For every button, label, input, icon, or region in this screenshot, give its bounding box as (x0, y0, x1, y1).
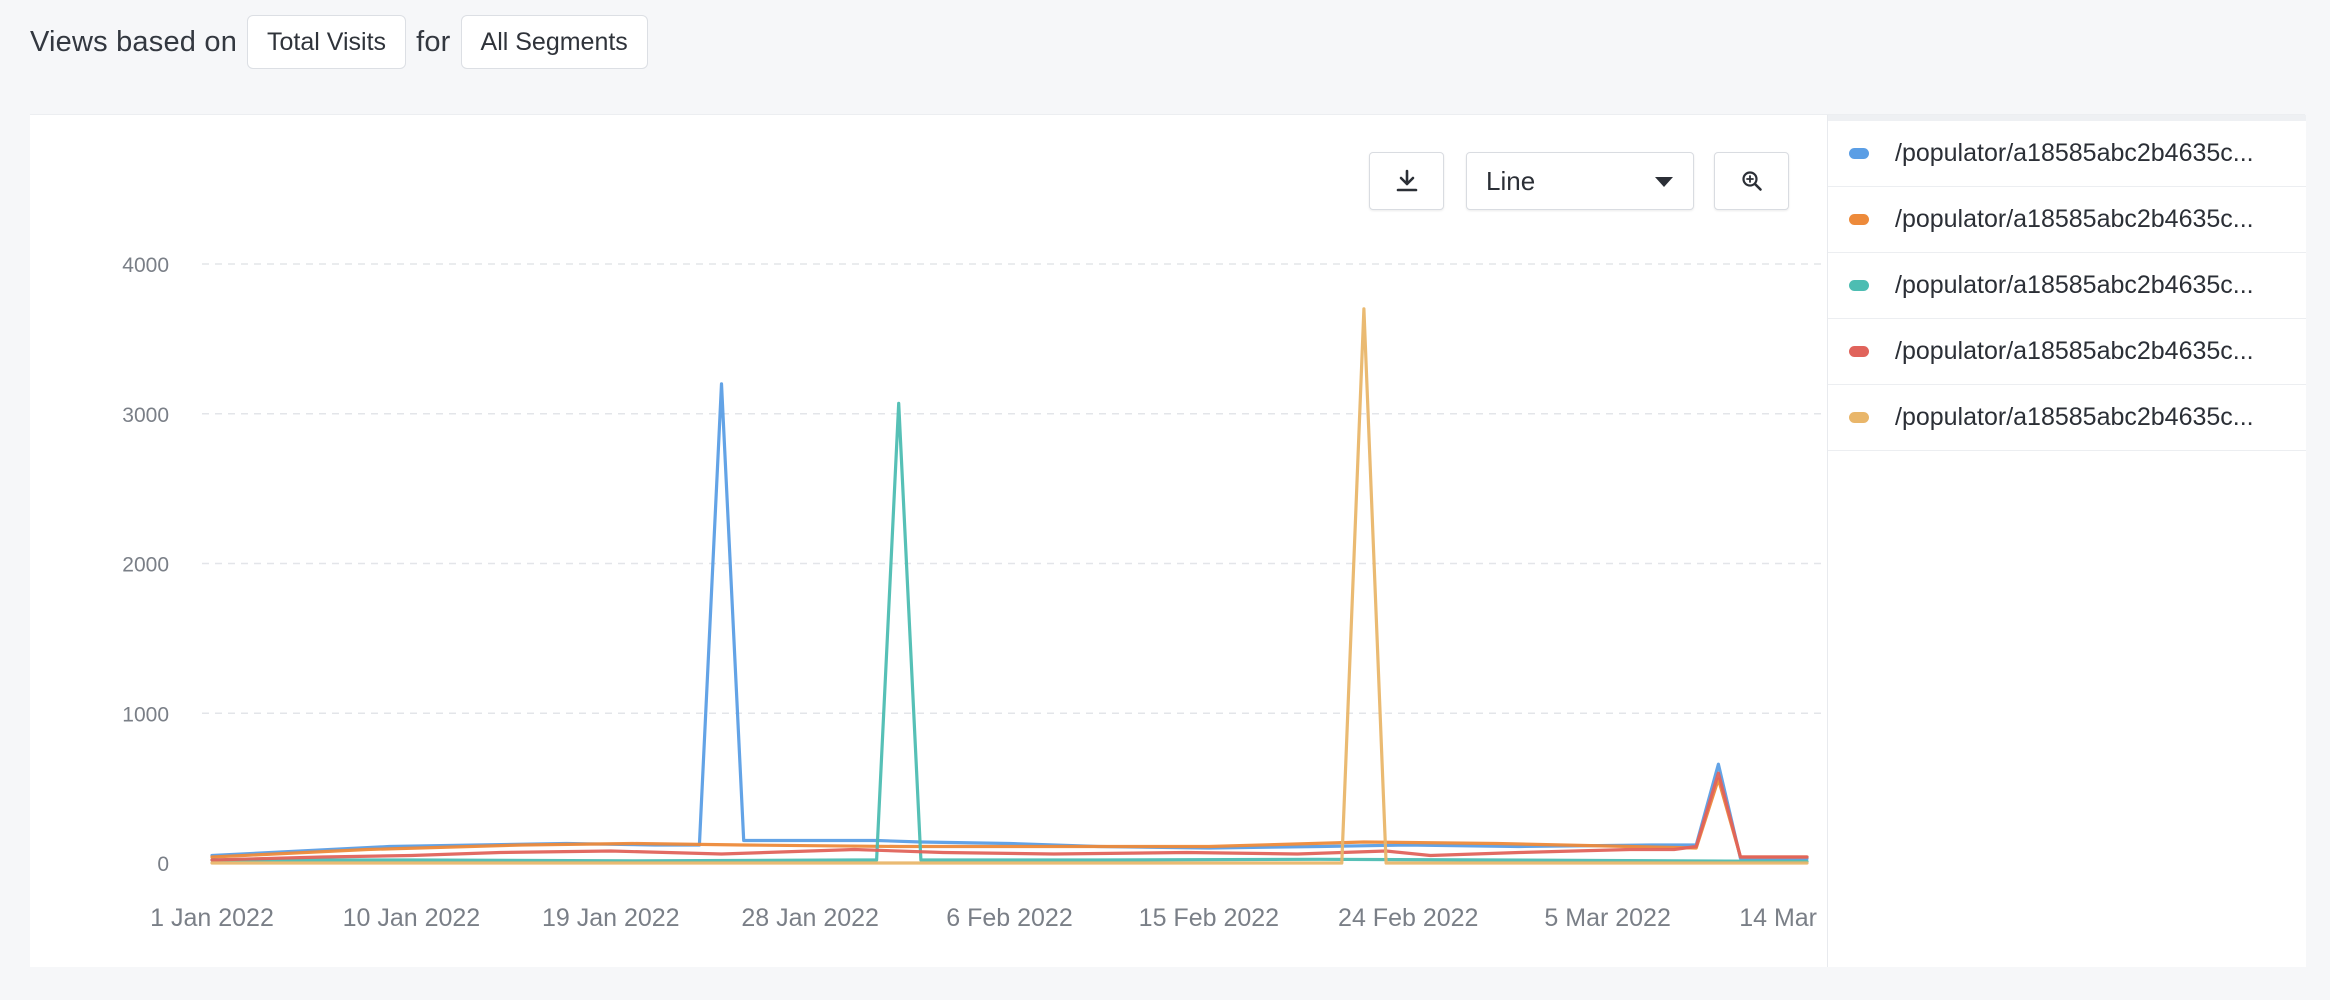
series-line-3 (210, 401, 1809, 864)
metric-selector[interactable]: Total Visits (247, 15, 407, 69)
x-tick-label: 28 Jan 2022 (741, 904, 879, 932)
segment-selector[interactable]: All Segments (460, 15, 648, 69)
y-tick-label: 2000 (122, 554, 169, 577)
series-color-swatch (1849, 346, 1869, 357)
chart-legend: /populator/a18585abc2b4635c... /populato… (1827, 115, 2306, 967)
series-color-swatch (1849, 280, 1869, 291)
series-line-1 (210, 382, 1809, 861)
legend-label: /populator/a18585abc2b4635c... (1895, 139, 2254, 167)
x-tick-label: 19 Jan 2022 (542, 904, 680, 932)
line-chart: 0 1000 2000 3000 4000 1 Jan 2022 10 Jan 2022 19… (122, 254, 1826, 932)
legend-label: /populator/a18585abc2b4635c... (1895, 403, 2254, 431)
y-tick-label: 1000 (122, 703, 169, 726)
x-tick-label: 10 Jan 2022 (343, 904, 481, 932)
download-icon (1396, 169, 1417, 192)
chart-type-value: Line (1486, 165, 1536, 196)
legend-label: /populator/a18585abc2b4635c... (1895, 205, 2254, 233)
y-tick-label: 3000 (122, 404, 169, 427)
zoom-in-icon (1741, 171, 1762, 191)
zoom-button[interactable] (1714, 152, 1789, 210)
for-label: for (416, 25, 451, 58)
x-tick-label: 5 Mar 2022 (1544, 904, 1670, 932)
chart-type-select[interactable]: Line (1466, 152, 1694, 210)
legend-label: /populator/a18585abc2b4635c... (1895, 271, 2254, 299)
x-tick-label: 1 Jan 2022 (150, 904, 274, 932)
chart-panel: 0 1000 2000 3000 4000 1 Jan 2022 10 Jan 2022 19… (30, 114, 2306, 967)
download-button[interactable] (1369, 152, 1444, 210)
views-based-on-label: Views based on (30, 25, 238, 58)
series-line-5 (210, 307, 1809, 865)
legend-item[interactable]: /populator/a18585abc2b4635c... (1828, 385, 2306, 451)
legend-item[interactable]: /populator/a18585abc2b4635c... (1828, 121, 2306, 187)
legend-list: /populator/a18585abc2b4635c... /populato… (1828, 121, 2306, 451)
view-header: Views based on Total Visits for All Segm… (30, 13, 648, 71)
legend-item[interactable]: /populator/a18585abc2b4635c... (1828, 187, 2306, 253)
y-tick-label: 4000 (122, 254, 169, 277)
x-tick-label: 15 Feb 2022 (1139, 904, 1279, 932)
series-color-swatch (1849, 148, 1869, 159)
y-tick-label: 0 (157, 853, 169, 876)
x-tick-label: 24 Feb 2022 (1338, 904, 1478, 932)
series-color-swatch (1849, 214, 1869, 225)
x-tick-label: 14 Mar (1739, 904, 1817, 932)
chevron-down-icon (1655, 177, 1673, 187)
legend-item[interactable]: /populator/a18585abc2b4635c... (1828, 253, 2306, 319)
legend-label: /populator/a18585abc2b4635c... (1895, 337, 2254, 365)
legend-item[interactable]: /populator/a18585abc2b4635c... (1828, 319, 2306, 385)
chart-area: 0 1000 2000 3000 4000 1 Jan 2022 10 Jan 2022 19… (30, 115, 1826, 967)
series-color-swatch (1849, 412, 1869, 423)
x-tick-label: 6 Feb 2022 (946, 904, 1073, 932)
